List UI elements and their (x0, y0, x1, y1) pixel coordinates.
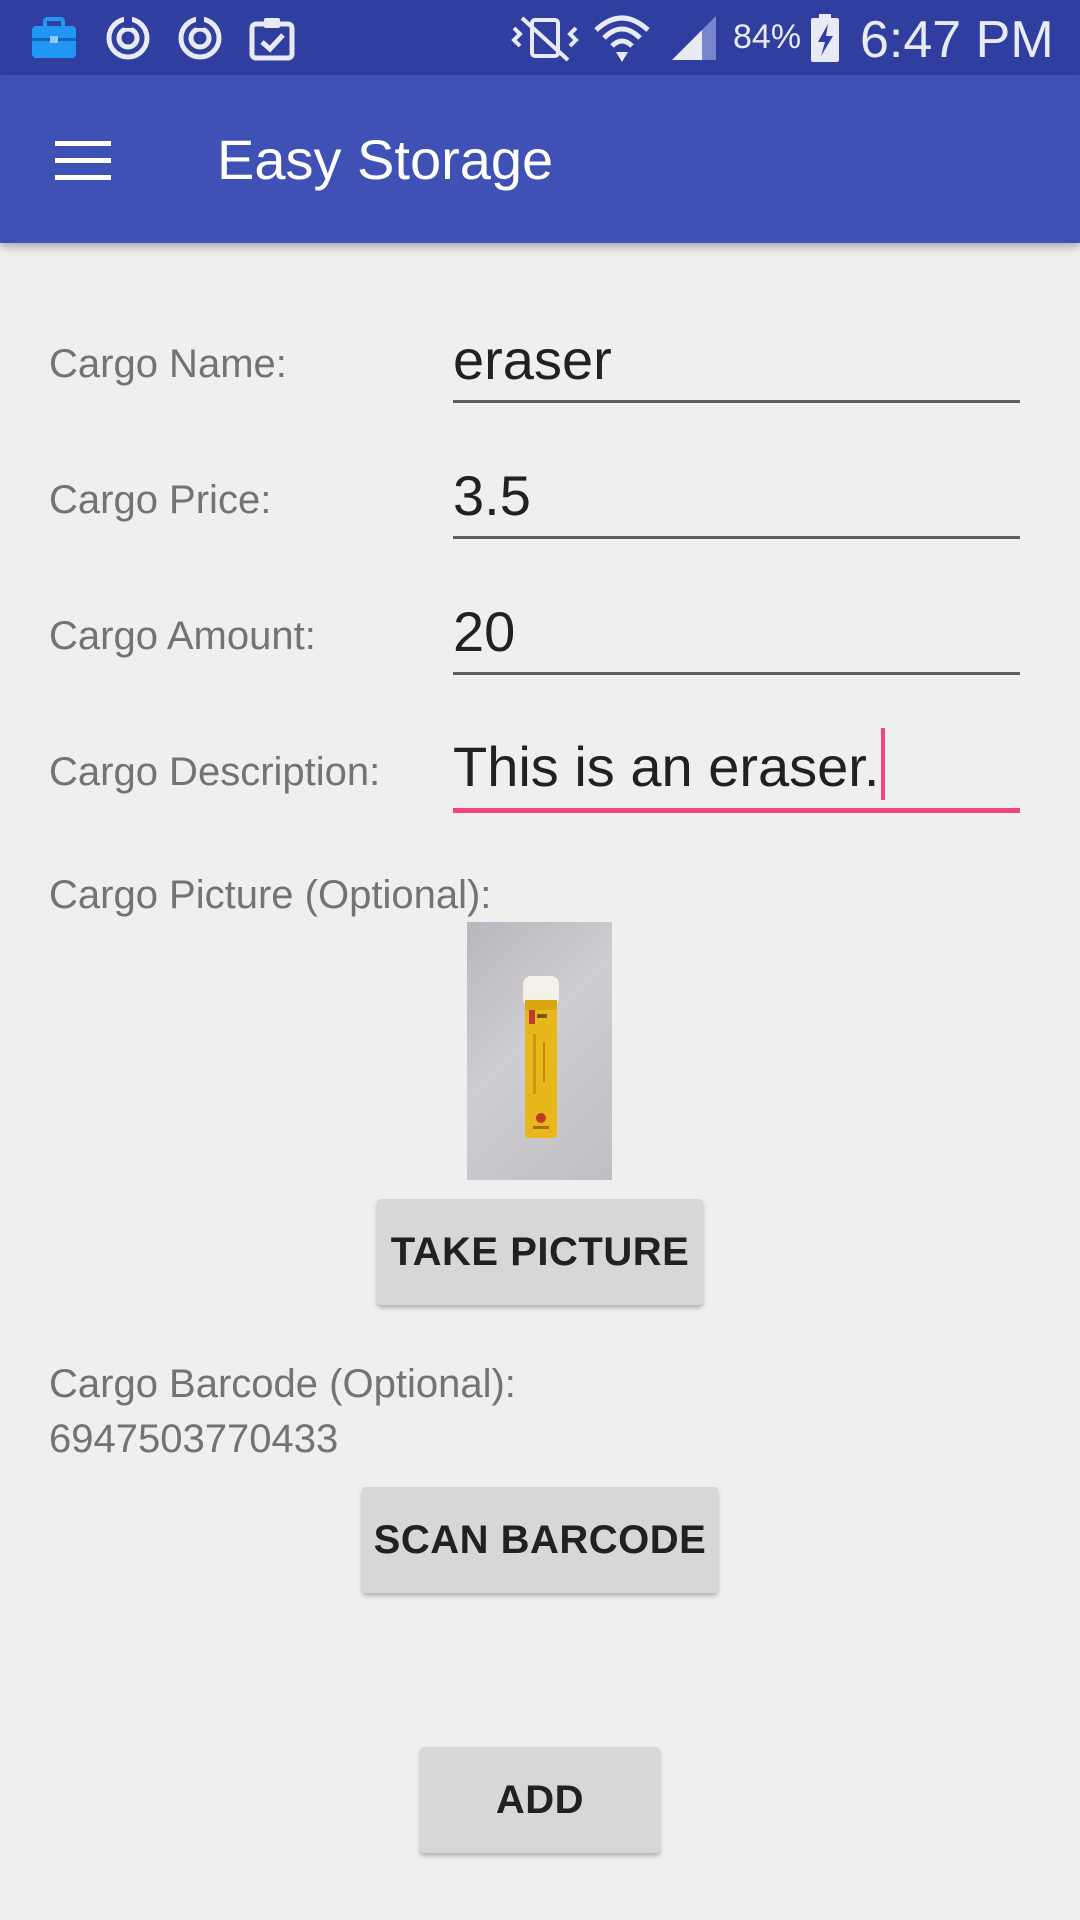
eraser-photo (523, 976, 559, 1138)
status-bar: 84% 6:47 PM (0, 0, 1080, 75)
cargo-price-label: Cargo Price: (49, 478, 272, 522)
clipboard-check-icon (249, 18, 295, 61)
cargo-name-value: eraser (453, 328, 612, 391)
take-picture-button[interactable]: TAKE PICTURE (377, 1199, 703, 1305)
briefcase-icon (32, 17, 76, 58)
signal-icon (672, 16, 716, 60)
hamburger-menu-icon[interactable] (40, 125, 130, 195)
cargo-amount-label: Cargo Amount: (49, 614, 316, 658)
cargo-picture-thumbnail[interactable] (467, 922, 612, 1180)
text-cursor (881, 728, 886, 800)
battery-charging-icon (811, 14, 839, 62)
sync-icon (106, 16, 150, 60)
add-button[interactable]: ADD (420, 1747, 660, 1853)
cargo-name-label: Cargo Name: (49, 342, 287, 386)
sync-icon (178, 16, 222, 60)
clock: 6:47 PM (860, 11, 1054, 69)
vibrate-off-icon (511, 16, 579, 62)
cargo-barcode-label: Cargo Barcode (Optional): (49, 1362, 516, 1406)
cargo-price-value: 3.5 (453, 464, 531, 527)
cargo-amount-value: 20 (453, 600, 516, 663)
cargo-description-input: This is an eraser. (453, 728, 886, 800)
scan-barcode-button[interactable]: SCAN BARCODE (362, 1487, 718, 1593)
cargo-name-field[interactable]: eraser (453, 328, 1020, 403)
cargo-barcode-value: 6947503770433 (49, 1417, 339, 1461)
cargo-description-label: Cargo Description: (49, 750, 381, 794)
cargo-amount-field[interactable]: 20 (453, 600, 1020, 675)
cargo-price-field[interactable]: 3.5 (453, 464, 1020, 539)
cargo-description-field[interactable]: This is an eraser. (453, 728, 1020, 813)
wifi-icon (594, 15, 650, 62)
cargo-description-value: This is an eraser. (453, 735, 880, 798)
app-title: Easy Storage (217, 128, 554, 191)
app-bar: Easy Storage (0, 75, 1080, 243)
battery-percentage: 84% (733, 18, 802, 56)
cargo-picture-label: Cargo Picture (Optional): (49, 873, 492, 917)
